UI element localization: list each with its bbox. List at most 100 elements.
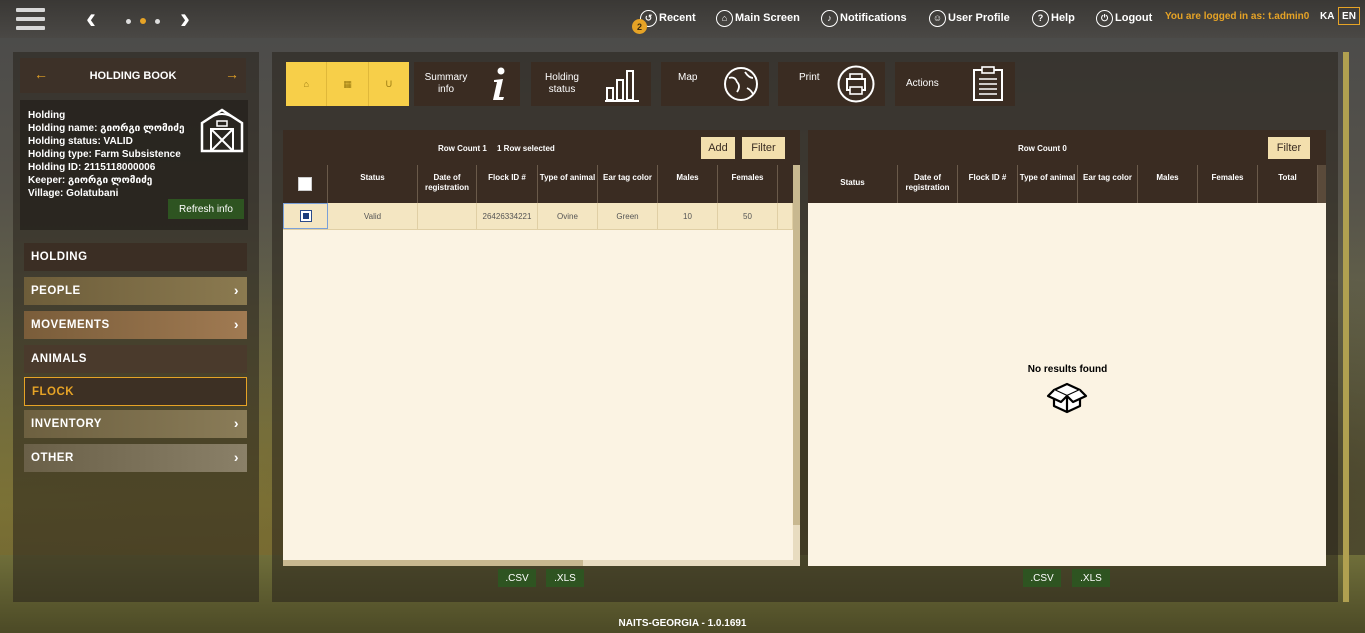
cell-ear-tag: Green: [598, 203, 658, 229]
inventory-table-toolbar: Row Count 0 Filter: [808, 130, 1326, 165]
arrow-right-icon[interactable]: →: [225, 66, 239, 82]
header-type[interactable]: Type of animal: [1018, 165, 1078, 203]
rows-selected-text: 1 Row selected: [497, 144, 555, 153]
xls-export-button-left[interactable]: .XLS: [546, 569, 584, 587]
help-icon: ?: [1032, 9, 1049, 27]
header-type[interactable]: Type of animal: [538, 165, 598, 203]
holding-status-button[interactable]: Holding status: [531, 62, 651, 106]
holding-status-label: Holding status: [545, 72, 579, 95]
header-status[interactable]: Status: [328, 165, 418, 203]
home-view-icon[interactable]: ⌂: [286, 62, 328, 106]
user-profile-label: User Profile: [948, 12, 1010, 24]
menu-animals[interactable]: ANIMALS: [24, 345, 247, 373]
user-icon: ☺: [929, 9, 946, 27]
top-bar: ‹ › ↺ Recent 2 ⌂ Main Screen ♪ Notification…: [0, 0, 1365, 38]
row-count-text: Row Count 0: [1018, 144, 1067, 153]
summary-info-button[interactable]: Summary info: [414, 62, 520, 106]
forward-arrow-icon[interactable]: ›: [180, 4, 190, 34]
menu-other[interactable]: OTHER ›: [24, 444, 247, 472]
header-females[interactable]: Females: [1198, 165, 1258, 203]
header-females[interactable]: Females: [718, 165, 778, 203]
row-checkbox[interactable]: [299, 210, 312, 222]
main-screen-link[interactable]: ⌂ Main Screen: [716, 9, 800, 27]
header-flock-id[interactable]: Flock ID #: [477, 165, 538, 203]
filter-button[interactable]: Filter: [1268, 137, 1310, 159]
hamburger-menu-icon[interactable]: [16, 8, 45, 31]
chevron-right-icon: ›: [233, 449, 239, 465]
horizontal-scrollbar[interactable]: [283, 560, 800, 566]
main-screen-label: Main Screen: [735, 12, 800, 24]
menu-inventory[interactable]: INVENTORY ›: [24, 410, 247, 438]
header-total[interactable]: Total: [1258, 165, 1318, 203]
notifications-link[interactable]: ♪ Notifications: [821, 9, 907, 27]
magnet-view-icon[interactable]: U: [369, 62, 409, 106]
inventory-table-header: Status Date of registration Flock ID # T…: [808, 165, 1326, 203]
cell-status: Valid: [328, 203, 418, 229]
logged-in-text: You are logged in as: t.admin0: [1165, 11, 1310, 22]
flock-table-header: Status Date of registration Flock ID # T…: [283, 165, 800, 203]
holding-village: Village: Golatubani: [28, 188, 119, 199]
lang-en-button[interactable]: EN: [1338, 7, 1360, 25]
holding-type: Holding type: Farm Subsistence: [28, 149, 181, 160]
print-button[interactable]: Print: [778, 62, 885, 106]
csv-export-button-right[interactable]: .CSV: [1023, 569, 1061, 587]
grid-view-icon[interactable]: ▦: [327, 62, 369, 106]
vertical-scrollbar[interactable]: [793, 165, 800, 560]
xls-export-button-right[interactable]: .XLS: [1072, 569, 1110, 587]
history-dots-icon[interactable]: [126, 18, 160, 25]
cell-date: [418, 203, 477, 229]
header-date[interactable]: Date of registration: [898, 165, 958, 203]
cell-females: 50: [718, 203, 778, 229]
menu-animals-label: ANIMALS: [31, 353, 87, 365]
flock-table-toolbar: Row Count 1 1 Row selected Add Filter: [283, 130, 800, 165]
printer-icon: [837, 65, 875, 103]
refresh-info-button[interactable]: Refresh info: [168, 199, 244, 219]
filter-button[interactable]: Filter: [742, 137, 785, 159]
power-icon: ⏻: [1096, 9, 1113, 27]
header-date[interactable]: Date of registration: [418, 165, 477, 203]
holding-status: Holding status: VALID: [28, 136, 133, 147]
clipboard-icon: [973, 66, 1003, 101]
header-ear-tag[interactable]: Ear tag color: [1078, 165, 1138, 203]
arrow-left-icon[interactable]: ←: [34, 66, 48, 82]
menu-holding-label: HOLDING: [31, 251, 88, 263]
menu-holding[interactable]: HOLDING: [24, 243, 247, 271]
header-ear-tag[interactable]: Ear tag color: [598, 165, 658, 203]
table-row[interactable]: Valid 26426334221 Ovine Green 10 50: [283, 203, 793, 230]
menu-inventory-label: INVENTORY: [31, 418, 102, 430]
chevron-right-icon: ›: [233, 415, 239, 431]
add-button[interactable]: Add: [701, 137, 735, 159]
recent-link[interactable]: ↺ Recent: [640, 9, 696, 27]
cell-flock-id: 26426334221: [477, 203, 538, 229]
map-button[interactable]: Map: [661, 62, 769, 106]
map-label: Map: [678, 72, 698, 83]
home-icon: ⌂: [716, 9, 733, 27]
actions-button[interactable]: Actions: [895, 62, 1015, 106]
help-link[interactable]: ? Help: [1032, 9, 1075, 27]
header-flock-id[interactable]: Flock ID #: [958, 165, 1018, 203]
header-status[interactable]: Status: [808, 165, 898, 203]
menu-movements[interactable]: MOVEMENTS ›: [24, 311, 247, 339]
menu-flock[interactable]: FLOCK: [24, 377, 247, 406]
header-males[interactable]: Males: [1138, 165, 1198, 203]
select-all-checkbox[interactable]: [298, 177, 312, 191]
actions-label: Actions: [906, 78, 939, 89]
cell-filler: [778, 203, 793, 229]
user-profile-link[interactable]: ☺ User Profile: [929, 9, 1010, 27]
help-label: Help: [1051, 12, 1075, 24]
cell-males: 10: [658, 203, 718, 229]
menu-people[interactable]: PEOPLE ›: [24, 277, 247, 305]
page-scrollbar[interactable]: [1343, 52, 1349, 602]
csv-export-button-left[interactable]: .CSV: [498, 569, 536, 587]
select-all-cell: [283, 165, 328, 203]
menu-other-label: OTHER: [31, 452, 74, 464]
globe-icon: [724, 67, 758, 101]
holding-label: Holding: [28, 110, 66, 121]
back-arrow-icon[interactable]: ‹: [86, 4, 96, 34]
lang-ka-button[interactable]: KA: [1320, 11, 1334, 22]
header-males[interactable]: Males: [658, 165, 718, 203]
header-filler: [778, 165, 793, 203]
logout-link[interactable]: ⏻ Logout: [1096, 9, 1152, 27]
row-checkbox-cell[interactable]: [283, 203, 328, 229]
notifications-label: Notifications: [840, 12, 907, 24]
